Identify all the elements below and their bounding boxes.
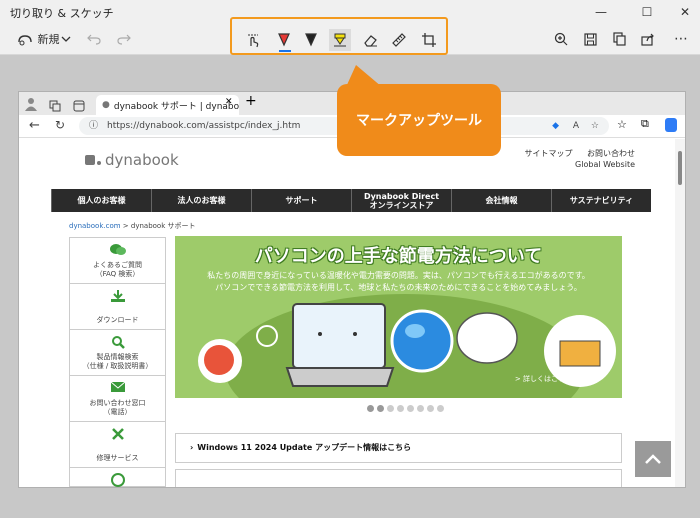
contact-link: お問い合わせ — [587, 149, 635, 158]
globe-icon — [110, 473, 125, 487]
favorite-icon: ☆ — [590, 121, 599, 131]
close-button[interactable]: ✕ — [670, 2, 700, 22]
back-icon: ← — [29, 118, 40, 133]
banner-more-link: > 詳しくはこちら — [514, 375, 572, 383]
info-icon: ⓘ — [89, 121, 99, 131]
carousel-dot — [387, 405, 394, 412]
sidebar-item-repair: 修理サービス — [70, 422, 165, 468]
new-dropdown-chevron-icon[interactable] — [58, 27, 74, 51]
more-options-icon[interactable]: ⋯ — [670, 27, 692, 51]
page-scrollbar — [675, 139, 685, 487]
sidebar-label: よくあるご質問 （FAQ 検索） — [93, 261, 142, 278]
minimize-button[interactable]: — — [586, 2, 616, 22]
carousel-dots — [367, 405, 444, 412]
new-tab-icon: + — [245, 93, 257, 109]
sidebar-item-more — [70, 468, 165, 487]
maximize-button[interactable]: ☐ — [632, 2, 662, 22]
markup-tools-callout: マークアップツール — [337, 84, 501, 156]
collections-icon: ⧉ — [641, 117, 649, 130]
global-website-link: Global Website — [575, 160, 635, 169]
tools-icon — [111, 427, 125, 444]
sitemap-link: サイトマップ — [524, 149, 573, 158]
sidebar-label: 修理サービス — [96, 454, 139, 462]
eco-banner: パソコンの上手な節電方法について 私たちの周囲で身近になっている温暖化や電力需要… — [175, 236, 622, 398]
carousel-dot — [417, 405, 424, 412]
workspaces-icon — [49, 97, 61, 116]
tab-title: dynabook サポート | dynabook (ダ — [113, 101, 239, 112]
new-label: 新規 — [37, 33, 60, 46]
copy-icon[interactable] — [609, 27, 629, 51]
support-sidebar: よくあるご質問 （FAQ 検索） ダウンロード 製品情報検索 （仕様 / 取扱説… — [69, 237, 166, 487]
crop-icon[interactable] — [418, 29, 440, 51]
mail-icon — [110, 381, 126, 396]
chat-bubbles-icon — [109, 243, 127, 260]
news-item-text: Windows 11 2024 Update アップデート情報はこちら — [197, 443, 412, 452]
back-to-top-button — [635, 441, 671, 477]
carousel-dot — [367, 405, 374, 412]
breadcrumb-home: dynabook.com — [69, 222, 121, 230]
copilot-icon — [665, 118, 677, 132]
url-text: https://dynabook.com/assistpc/index_j.ht… — [107, 121, 301, 131]
eraser-icon[interactable] — [359, 29, 381, 51]
share-icon[interactable] — [638, 27, 658, 51]
favicon-icon: ● — [102, 100, 110, 110]
site-logo: dynabook — [85, 151, 179, 169]
new-snip-icon — [17, 35, 32, 46]
sidebar-item-download: ダウンロード — [70, 284, 165, 330]
selected-tool-indicator — [279, 50, 291, 52]
breadcrumb-current: > dynabook サポート — [122, 222, 196, 230]
tab-actions-icon — [73, 97, 85, 116]
redo-icon[interactable] — [114, 27, 134, 51]
nav-item-business: 法人のお客様 — [151, 189, 251, 212]
header-links: サイトマップ お問い合わせ Global Website — [524, 148, 635, 170]
nav-item-store: Dynabook Direct オンラインストア — [351, 189, 451, 212]
coupon-icon: ◆ — [552, 121, 559, 131]
nav-item-support: サポート — [251, 189, 351, 212]
ballpoint-pen-icon[interactable] — [273, 29, 295, 51]
global-nav: 個人のお客様 法人のお客様 サポート Dynabook Direct オンライン… — [51, 189, 651, 212]
magnifier-icon — [111, 335, 125, 352]
refresh-icon: ↻ — [55, 118, 66, 132]
highlighter-icon[interactable] — [329, 29, 351, 51]
favorites-bar-icon: ☆ — [617, 118, 627, 131]
sidebar-label: ダウンロード — [96, 316, 139, 324]
undo-icon[interactable] — [84, 27, 104, 51]
sidebar-label: お問い合わせ窓口 （電話） — [89, 399, 146, 416]
save-icon[interactable] — [580, 27, 600, 51]
tab-close-icon: ✕ — [225, 97, 233, 107]
chevron-right-icon: › — [190, 443, 194, 452]
window-title: 切り取り & スケッチ — [10, 7, 114, 20]
browser-tab: ● dynabook サポート | dynabook (ダ — [96, 95, 239, 115]
news-item-2 — [175, 469, 622, 487]
nav-item-personal: 個人のお客様 — [51, 189, 151, 212]
carousel-dot — [397, 405, 404, 412]
carousel-dot — [407, 405, 414, 412]
zoom-icon[interactable] — [551, 27, 571, 51]
nav-item-company: 会社情報 — [451, 189, 551, 212]
carousel-dot — [377, 405, 384, 412]
read-aloud-icon: A — [572, 121, 579, 131]
web-page: dynabook サイトマップ お問い合わせ Global Website 個人… — [19, 139, 685, 487]
sidebar-label: 製品情報検索 （仕様 / 取扱説明書） — [82, 353, 153, 370]
profile-icon — [25, 96, 37, 115]
nav-item-sustainability: サステナビリティ — [551, 189, 651, 212]
touch-writing-icon[interactable] — [242, 29, 264, 51]
logo-text: dynabook — [105, 151, 179, 169]
sidebar-item-contact: お問い合わせ窓口 （電話） — [70, 376, 165, 422]
sidebar-item-faq: よくあるご質問 （FAQ 検索） — [70, 238, 165, 284]
sidebar-item-product-search: 製品情報検索 （仕様 / 取扱説明書） — [70, 330, 165, 376]
carousel-dot — [427, 405, 434, 412]
download-icon — [110, 289, 126, 306]
ruler-icon[interactable] — [388, 29, 410, 51]
carousel-dot — [437, 405, 444, 412]
breadcrumb: dynabook.com > dynabook サポート — [69, 221, 196, 231]
pencil-icon[interactable] — [300, 29, 322, 51]
news-item: › Windows 11 2024 Update アップデート情報はこちら — [175, 433, 622, 463]
